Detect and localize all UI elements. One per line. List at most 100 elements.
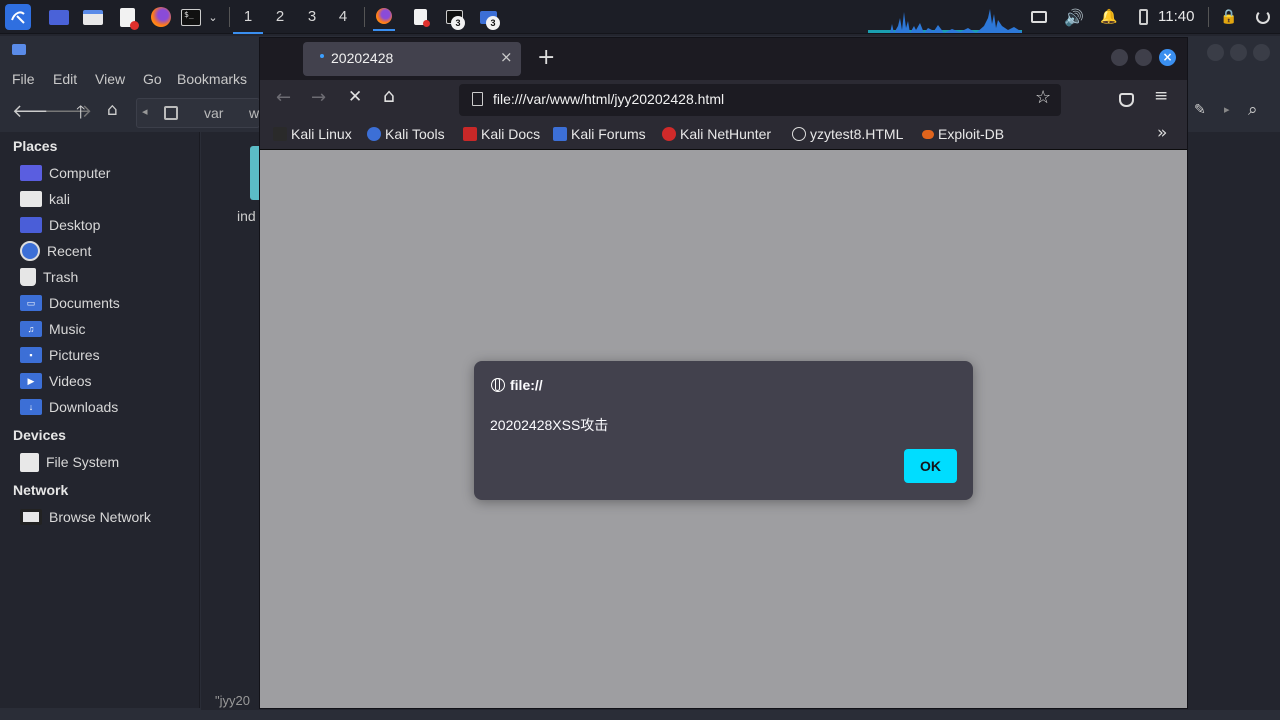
filesystem-root-icon[interactable] [164,106,178,120]
bookmarks-overflow-icon[interactable]: » [1157,123,1167,143]
back-icon[interactable]: ← [276,87,291,108]
clock[interactable]: 11:40 [1158,0,1194,34]
show-desktop-icon[interactable] [48,6,70,28]
home-icon[interactable]: ⌂ [107,100,118,120]
url-text[interactable]: file:///var/www/html/jyy20202428.html [493,91,724,107]
terminal-count-badge: 3 [451,16,465,30]
bookmark-label: Kali NetHunter [680,126,772,142]
forward-icon[interactable]: → [311,87,326,108]
chevron-down-icon[interactable]: ⌄ [204,6,222,28]
menu-hamburger-icon[interactable]: ≡ [1154,86,1168,106]
tab-close-icon[interactable]: × [500,48,513,66]
bookmark-kali-tools[interactable]: Kali Tools [367,126,445,142]
tab-bar: 20202428 × + × [260,38,1187,80]
fm-minimize-button[interactable] [1207,44,1224,61]
bookmark-star-icon[interactable]: ☆ [1035,87,1051,108]
dialog-origin: file:// [510,377,543,393]
task-firefox-icon[interactable] [373,3,395,31]
bookmark-kali-docs[interactable]: Kali Docs [463,126,540,142]
minimize-button[interactable] [1111,49,1128,66]
lock-icon[interactable]: 🔒 [1218,6,1240,28]
sidebar-item-label: Trash [43,269,79,285]
fm-toolbar-right: ✎ ▸ ⌕ [1188,96,1280,130]
fm-close-button[interactable] [1253,44,1270,61]
firefox-icon[interactable] [150,6,172,28]
path-scroll-left-icon[interactable]: ◂ [142,105,148,118]
maximize-button[interactable] [1135,49,1152,66]
sidebar-item-computer[interactable]: Computer [20,162,198,184]
bookmark-kali-forums[interactable]: Kali Forums [553,126,646,142]
path-segment-var[interactable]: var [204,105,223,121]
sidebar-item-documents[interactable]: ▭ Documents [20,292,198,314]
task-text-editor-icon[interactable] [409,6,431,28]
dialog-message: 20202428XSS攻击 [490,417,609,433]
fm-maximize-button[interactable] [1230,44,1247,61]
documents-folder-icon: ▭ [20,295,42,311]
workspace-2[interactable]: 2 [265,0,295,34]
bookmark-kali-nethunter[interactable]: Kali NetHunter [662,126,771,142]
edit-path-icon[interactable]: ✎ [1194,102,1206,118]
recent-icon [20,241,40,261]
kali-dragon-icon [273,127,287,141]
workspace-1[interactable]: 1 [233,0,263,34]
sidebar-item-trash[interactable]: Trash [20,266,198,288]
sidebar-item-browse-network[interactable]: Browse Network [20,506,198,528]
sidebar-item-filesystem[interactable]: File System [20,451,198,473]
search-icon[interactable]: ⌕ [1248,100,1258,120]
ok-button[interactable]: OK [904,449,957,483]
panel-separator [229,7,230,27]
top-panel: $_ ⌄ 1 2 3 4 3 3 🔊 🔔 11:40 🔒 [0,0,1280,34]
stop-loading-icon[interactable]: ✕ [348,87,362,107]
display-icon[interactable] [1028,6,1050,28]
sidebar-item-downloads[interactable]: ↓ Downloads [20,396,198,418]
sidebar-item-label: Computer [49,165,111,181]
bookmark-label: Kali Tools [385,126,445,142]
volume-icon[interactable]: 🔊 [1063,6,1085,28]
path-scroll-right-icon[interactable]: ▸ [1224,103,1230,116]
panel-separator [364,7,365,27]
fm-menu-file[interactable]: File [12,71,35,87]
fm-menu-view[interactable]: View [95,71,125,87]
sidebar-item-pictures[interactable]: ▪ Pictures [20,344,198,366]
sidebar-item-videos[interactable]: ▶ Videos [20,370,198,392]
sidebar-item-label: Documents [49,295,120,311]
sidebar-item-label: kali [49,191,71,207]
new-tab-icon[interactable]: + [537,45,555,70]
bookmark-kali-linux[interactable]: Kali Linux [273,126,352,142]
music-folder-icon: ♫ [20,321,42,337]
url-bar[interactable]: file:///var/www/html/jyy20202428.html ☆ [459,84,1061,116]
sidebar-item-kali[interactable]: kali [20,188,198,210]
fm-menu-bookmarks[interactable]: Bookmarks [177,71,247,87]
file-label[interactable]: ind [237,208,256,224]
close-window-icon[interactable]: × [1159,49,1176,66]
panel-separator [1208,7,1209,27]
workspace-3[interactable]: 3 [297,0,327,34]
sidebar-item-music[interactable]: ♫ Music [20,318,198,340]
sidebar-item-recent[interactable]: Recent [20,240,198,262]
sidebar-item-desktop[interactable]: Desktop [20,214,198,236]
file-manager-icon[interactable] [82,6,104,28]
notification-bell-icon[interactable]: 🔔 [1098,6,1120,28]
tab-active[interactable]: 20202428 × [303,42,521,76]
bookmark-yzytest8[interactable]: yzytest8.HTML [792,126,903,142]
globe-icon [491,378,505,392]
fm-menu-go[interactable]: Go [143,71,162,87]
home-icon[interactable]: ⌂ [383,85,395,107]
exploit-db-icon [922,129,934,139]
page-icon [472,92,483,106]
fm-toolbar: 🡐 🡒 🡑 ⌂ ◂ var w [0,96,260,130]
battery-icon[interactable] [1132,6,1154,28]
text-editor-icon[interactable] [116,6,139,30]
up-arrow-icon[interactable]: 🡑 [76,100,85,130]
terminal-icon[interactable]: $_ [180,6,202,28]
fm-menu-edit[interactable]: Edit [53,71,77,87]
tab-loading-dot-icon [320,54,324,58]
path-segment-www[interactable]: w [249,105,259,121]
workspace-4[interactable]: 4 [328,0,358,34]
sidebar-item-label: Recent [47,243,92,259]
kali-menu-icon[interactable] [5,4,31,30]
file-manager-window-icon [12,44,26,55]
power-icon[interactable] [1252,6,1274,28]
bookmark-exploit-db[interactable]: Exploit-DB [922,126,1004,142]
pocket-icon[interactable] [1119,93,1134,107]
